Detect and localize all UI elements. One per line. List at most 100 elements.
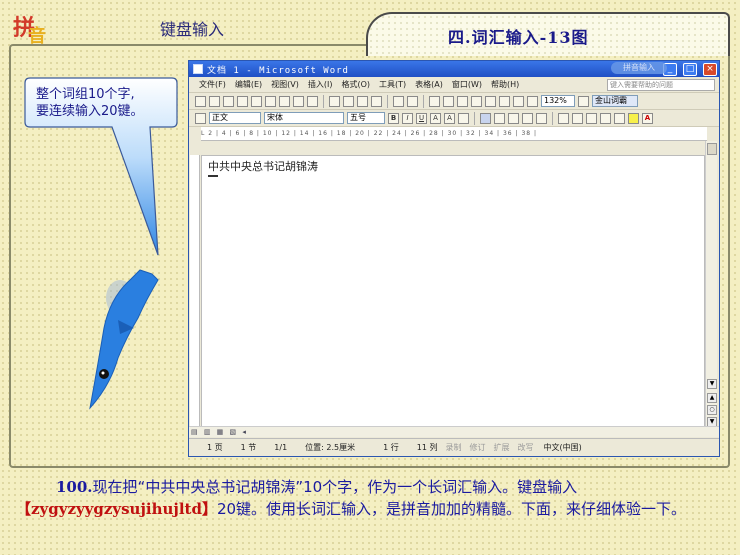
standard-toolbar: 132% 金山词霸 bbox=[189, 93, 719, 110]
caption-number: 100. bbox=[56, 478, 93, 496]
word-doc-icon bbox=[193, 64, 203, 74]
view-buttons[interactable]: ▤ ▥ ▦ ▧ ◂ bbox=[191, 428, 248, 436]
show-hide-icon[interactable] bbox=[527, 95, 538, 107]
undo-icon[interactable] bbox=[393, 95, 404, 107]
caption-code: 【zygyzyygzysujihujltd】 bbox=[16, 500, 217, 518]
tables-borders-icon[interactable] bbox=[443, 95, 454, 107]
style-select[interactable]: 正文 bbox=[209, 112, 261, 124]
increase-indent-icon[interactable] bbox=[600, 112, 611, 124]
word-window: 文档 1 - Microsoft Word _ □ × 拼音输入 文件(F) 编… bbox=[188, 60, 720, 457]
prev-page-icon[interactable]: ▲ bbox=[707, 393, 717, 403]
bold-icon[interactable]: B bbox=[388, 112, 399, 124]
insert-excel-icon[interactable] bbox=[471, 95, 482, 107]
char-scale-icon[interactable] bbox=[458, 112, 469, 124]
new-doc-icon[interactable] bbox=[195, 95, 206, 107]
justify-icon[interactable] bbox=[522, 112, 533, 124]
status-language: 中文(中国) bbox=[543, 443, 582, 452]
char-border-icon[interactable]: A bbox=[430, 112, 441, 124]
status-rec[interactable]: 录制 bbox=[446, 442, 462, 453]
print-preview-icon[interactable] bbox=[279, 95, 290, 107]
align-left-icon[interactable] bbox=[480, 112, 491, 124]
hyperlink-icon[interactable] bbox=[429, 95, 440, 107]
caption: 100.现在把“中共中央总书记胡锦涛”10个字，作为一个长词汇输入。键盘输入【z… bbox=[16, 476, 726, 520]
open-icon[interactable] bbox=[209, 95, 220, 107]
scroll-thumb[interactable] bbox=[707, 143, 717, 155]
line-spacing-icon[interactable] bbox=[536, 112, 547, 124]
close-button[interactable]: × bbox=[703, 62, 717, 76]
status-trk[interactable]: 修订 bbox=[470, 442, 486, 453]
menu-insert[interactable]: 插入(I) bbox=[308, 79, 333, 90]
drawing-icon[interactable] bbox=[499, 95, 510, 107]
status-line: 1 行 bbox=[383, 443, 399, 452]
highlight-icon[interactable] bbox=[628, 112, 639, 124]
vertical-scrollbar[interactable]: ▼ ▲ ○ ▼ bbox=[705, 141, 717, 437]
styles-icon[interactable] bbox=[195, 112, 206, 124]
menu-format[interactable]: 格式(O) bbox=[341, 79, 370, 90]
caption-part-2: 20键。使用长词汇输入，是拼音加加的精髓。下面，来仔细体验一下。 bbox=[216, 500, 687, 518]
size-select[interactable]: 五号 bbox=[347, 112, 385, 124]
menu-tools[interactable]: 工具(T) bbox=[379, 79, 406, 90]
document-text[interactable]: 中共中央总书记胡锦涛 bbox=[208, 158, 318, 174]
horizontal-ruler[interactable]: L 2 | 4 | 6 | 8 | 10 | 12 | 14 | 16 | 18… bbox=[201, 127, 707, 141]
spelling-icon[interactable] bbox=[307, 95, 318, 107]
menu-table[interactable]: 表格(A) bbox=[415, 79, 443, 90]
format-painter-icon[interactable] bbox=[371, 95, 382, 107]
bullets-icon[interactable] bbox=[572, 112, 583, 124]
copy-icon[interactable] bbox=[343, 95, 354, 107]
word-window-title: 文档 1 - Microsoft Word bbox=[207, 65, 349, 76]
border-icon[interactable] bbox=[614, 112, 625, 124]
menu-bar: 文件(F) 编辑(E) 视图(V) 插入(I) 格式(O) 工具(T) 表格(A… bbox=[189, 77, 719, 93]
menu-window[interactable]: 窗口(W) bbox=[452, 79, 482, 90]
menu-view[interactable]: 视图(V) bbox=[271, 79, 299, 90]
document-map-icon[interactable] bbox=[513, 95, 524, 107]
ime-select[interactable]: 金山词霸 bbox=[592, 95, 638, 107]
research-icon[interactable] bbox=[293, 95, 304, 107]
menu-file[interactable]: 文件(F) bbox=[199, 79, 226, 90]
bubble-text: 整个词组10个字, 要连续输入20键。 bbox=[36, 86, 176, 120]
print-icon[interactable] bbox=[265, 95, 276, 107]
scroll-down-icon[interactable]: ▼ bbox=[707, 379, 717, 389]
dolphin-mascot bbox=[89, 269, 159, 410]
status-ovr[interactable]: 改写 bbox=[518, 442, 534, 453]
status-page: 1 页 bbox=[207, 443, 223, 452]
decrease-indent-icon[interactable] bbox=[586, 112, 597, 124]
ime-badge: 拼音输入 bbox=[611, 62, 667, 74]
font-color-icon[interactable]: A bbox=[642, 112, 653, 124]
cut-icon[interactable] bbox=[329, 95, 340, 107]
underline-icon[interactable]: U bbox=[416, 112, 427, 124]
status-position: 位置: 2.5厘米 bbox=[305, 443, 356, 452]
insert-table-icon[interactable] bbox=[457, 95, 468, 107]
horizontal-scrollbar[interactable]: ▤ ▥ ▦ ▧ ◂ bbox=[189, 426, 719, 437]
select-browse-icon[interactable]: ○ bbox=[707, 405, 717, 415]
align-right-icon[interactable] bbox=[508, 112, 519, 124]
ime-cursor bbox=[208, 175, 218, 177]
status-pages: 1/1 bbox=[274, 443, 288, 452]
numbering-icon[interactable] bbox=[558, 112, 569, 124]
zoom-select[interactable]: 132% bbox=[541, 95, 575, 107]
help-search-input[interactable]: 键入需要帮助的问题 bbox=[607, 78, 715, 91]
align-center-icon[interactable] bbox=[494, 112, 505, 124]
status-section: 1 节 bbox=[240, 443, 257, 452]
status-col: 11 列 bbox=[416, 443, 438, 452]
char-shading-icon[interactable]: A bbox=[444, 112, 455, 124]
menu-help[interactable]: 帮助(H) bbox=[491, 79, 519, 90]
help-icon[interactable] bbox=[578, 95, 589, 107]
formatting-toolbar: 正文 宋体 五号 B I U A A A bbox=[189, 110, 719, 127]
caption-part-1: 现在把“中共中央总书记胡锦涛”10个字，作为一个长词汇输入。键盘输入 bbox=[92, 478, 578, 496]
vertical-ruler bbox=[190, 155, 200, 432]
paste-icon[interactable] bbox=[357, 95, 368, 107]
italic-icon[interactable]: I bbox=[402, 112, 413, 124]
permission-icon[interactable] bbox=[237, 95, 248, 107]
dolphin-body bbox=[89, 269, 159, 410]
status-ext[interactable]: 扩展 bbox=[494, 442, 510, 453]
bubble-line-2: 要连续输入20键。 bbox=[36, 104, 144, 119]
font-select[interactable]: 宋体 bbox=[264, 112, 344, 124]
save-icon[interactable] bbox=[223, 95, 234, 107]
columns-icon[interactable] bbox=[485, 95, 496, 107]
maximize-button[interactable]: □ bbox=[683, 62, 697, 76]
email-icon[interactable] bbox=[251, 95, 262, 107]
menu-edit[interactable]: 编辑(E) bbox=[235, 79, 262, 90]
document-area[interactable]: 中共中央总书记胡锦涛 bbox=[201, 155, 705, 432]
bubble-line-1: 整个词组10个字, bbox=[36, 87, 135, 102]
redo-icon[interactable] bbox=[407, 95, 418, 107]
